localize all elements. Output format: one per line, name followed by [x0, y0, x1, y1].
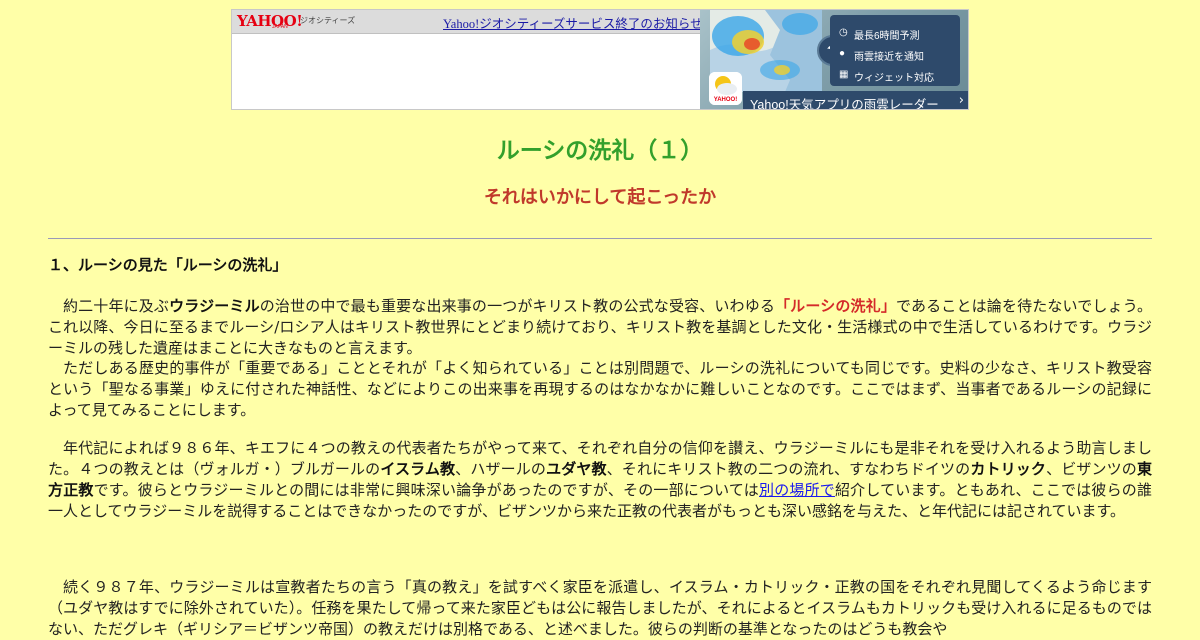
ad-feature-item: ● 雨雲接近を通知 [839, 48, 924, 63]
paragraph-4: 続く９８７年、ウラジーミルは宣教者たちの言う「真の教え」を試すべく家臣を派遣し、… [48, 578, 1152, 638]
service-end-notice-link[interactable]: Yahoo!ジオシティーズサービス終了のお知らせ [443, 13, 703, 32]
ad-feature-label: 最長6時間予測 [854, 31, 920, 42]
text-run: です。彼らとウラジーミルとの間には非常に興味深い論争があったのですが、その一部に… [93, 481, 759, 499]
paragraph-2: ただしある歴史的事件が「重要である」こととそれが「よく知られている」ことは別問題… [48, 359, 1152, 419]
ad-feature-label: 雨雲接近を通知 [854, 52, 924, 63]
emphasis-baptism: 「ルーシの洗礼」 [775, 297, 896, 315]
text-run: 、ビザンツの [1046, 460, 1137, 478]
ad-footer-label: Yahoo!天気アプリの雨雲レーダー [750, 98, 939, 110]
geocities-label: ジオシティーズ [300, 16, 356, 25]
clock-icon: ◷ [839, 27, 848, 38]
ad-feature-item: ▦ ウィジェット対応 [839, 69, 934, 84]
ad-feature-item: ◷ 最長6時間予測 [839, 27, 920, 42]
location-pin-icon: ● [839, 48, 846, 59]
paragraph-1: 約二十年に及ぶウラジーミルの治世の中で最も重要な出来事の一つがキリスト教の公式な… [48, 296, 1152, 359]
chevron-right-icon: › [958, 93, 964, 108]
section-heading: １、ルーシの見た「ルーシの洗礼」 [48, 256, 288, 274]
weather-app-icon: YAHOO! [709, 72, 742, 105]
page-title: ルーシの洗礼（１） [496, 138, 704, 164]
weather-app-icon-graphic: YAHOO! [709, 72, 742, 105]
widget-grid-icon: ▦ [839, 69, 849, 80]
paragraph-3: 年代記によれば９８６年、キエフに４つの教えの代表者たちがやって来て、それぞれ自分… [48, 438, 1152, 522]
yahoo-logo[interactable]: YAHOO! [237, 12, 303, 30]
geocities-banner: YAHOO! JAPAN ジオシティーズ Yahoo!ジオシティーズサービス終了… [231, 9, 969, 110]
emphasis-catholic: カトリック [970, 460, 1047, 478]
svg-text:YAHOO!: YAHOO! [714, 97, 737, 103]
text-run: 約二十年に及ぶ [63, 297, 170, 315]
emphasis-judaism: ユダヤ教 [546, 460, 607, 478]
elsewhere-link[interactable]: 別の場所で [759, 481, 835, 499]
page-subtitle: それはいかにして起こったか [483, 187, 717, 208]
text-run: 、それにキリスト教の二つの流れ、すなわちドイツの [606, 460, 971, 478]
yahoo-logo-sub: JAPAN [272, 24, 288, 30]
text-run: 、ハザールの [455, 460, 547, 478]
text-run: の治世の中で最も重要な出来事の一つがキリスト教の公式な受容、いわゆる [259, 297, 776, 315]
emphasis-islam: イスラム教 [380, 460, 456, 478]
weather-app-ad[interactable]: ☂ ◷ 最長6時間予測 ● 雨雲接近を通知 ▦ ウィジェット対応 YAHOO! [700, 10, 968, 110]
banner-header-bar: YAHOO! JAPAN ジオシティーズ Yahoo!ジオシティーズサービス終了… [232, 10, 703, 34]
ad-feature-list: ◷ 最長6時間予測 ● 雨雲接近を通知 ▦ ウィジェット対応 [830, 15, 960, 86]
emphasis-vladimir: ウラジーミル [169, 297, 260, 315]
divider [48, 238, 1152, 239]
ad-footer[interactable]: Yahoo!天気アプリの雨雲レーダー › [743, 91, 968, 110]
ad-feature-label: ウィジェット対応 [854, 73, 934, 84]
